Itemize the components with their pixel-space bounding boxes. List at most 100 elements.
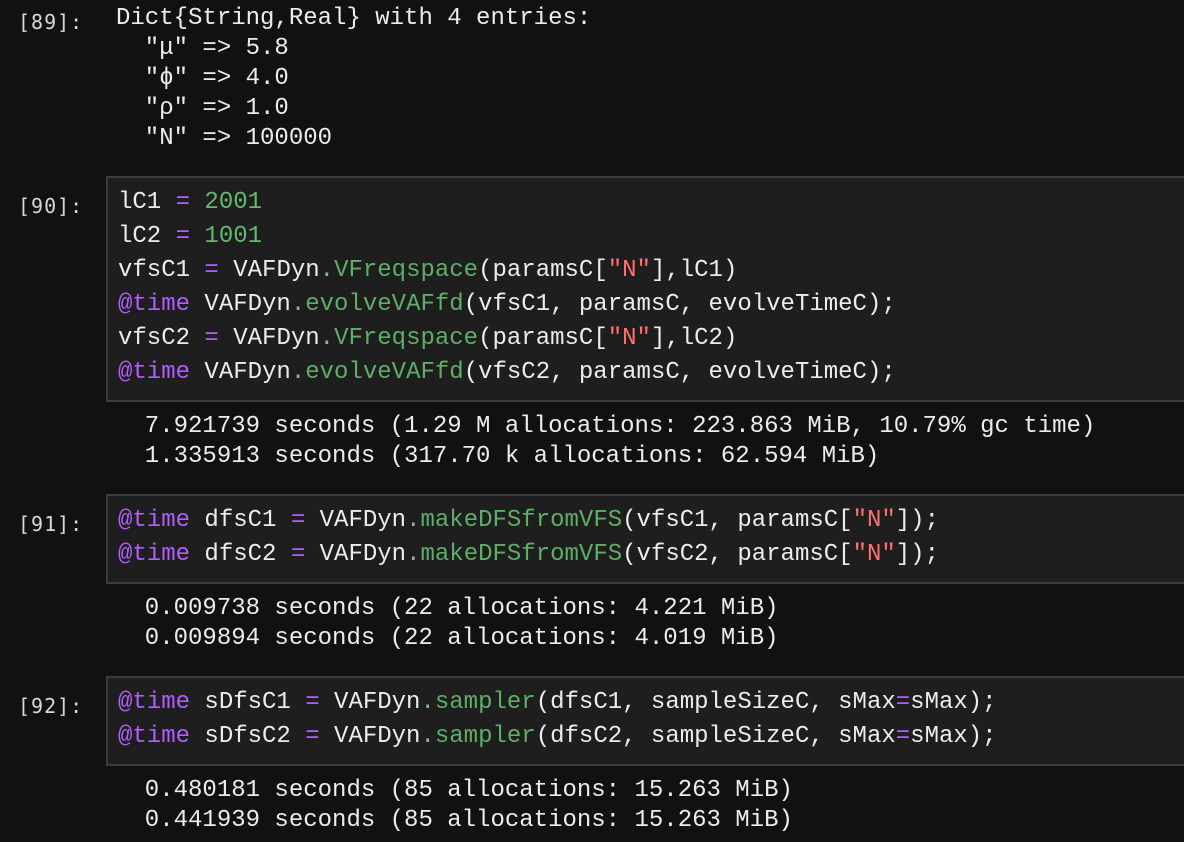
code-line: @time sDfsC2 = VAFDyn.sampler(dfsC2, sam… xyxy=(118,720,997,754)
code-token-plain: VAFDyn xyxy=(218,257,320,284)
code-line: @time sDfsC1 = VAFDyn.sampler(dfsC1, sam… xyxy=(118,686,997,720)
code-line: lC2 = 1001 xyxy=(118,220,896,254)
code-token-dot: . xyxy=(420,689,435,716)
code-token-fn: makeDFSfromVFS xyxy=(420,507,623,534)
code-token-op: = xyxy=(204,325,219,352)
code-90[interactable]: lC1 = 2001 lC2 = 1001 vfsC1 = VAFDyn.VFreq… xyxy=(118,186,896,390)
code-token-fn: VFreqspace xyxy=(334,325,479,352)
code-token-op: = xyxy=(305,689,320,716)
code-token-plain: ]); xyxy=(895,541,939,568)
code-92[interactable]: @time sDfsC1 = VAFDyn.sampler(dfsC1, sam… xyxy=(118,686,997,754)
code-token-dot: . xyxy=(406,507,421,534)
code-token-plain: (paramsC[ xyxy=(478,257,608,284)
code-token-plain: VAFDyn xyxy=(319,689,421,716)
code-token-op: = xyxy=(290,541,306,568)
output-line: 0.009894 seconds (22 allocations: 4.019 … xyxy=(116,625,779,652)
code-token-plain: vfsC1 xyxy=(118,257,205,284)
output-line: "ρ" => 1.0 xyxy=(116,95,289,122)
code-token-str: "N" xyxy=(607,257,651,284)
code-token-dot: . xyxy=(290,359,306,386)
code-cell-90[interactable]: lC1 = 2001 lC2 = 1001 vfsC1 = VAFDyn.VFreq… xyxy=(106,176,1184,402)
prompt-89: [89]: xyxy=(18,10,84,34)
code-token-plain: VAFDyn xyxy=(319,723,421,750)
code-token-dot: . xyxy=(420,723,435,750)
code-token-plain: (dfsC2, sampleSizeC, sMax xyxy=(535,723,896,750)
code-token-fn: evolveVAFfd xyxy=(305,291,464,318)
output-92: 0.480181 seconds (85 allocations: 15.263… xyxy=(116,776,793,836)
output-line: Dict{String,Real} with 4 entries: xyxy=(116,5,592,32)
code-token-num: 1001 xyxy=(190,223,263,250)
code-token-fn: VFreqspace xyxy=(334,257,479,284)
code-token-dot: . xyxy=(319,325,335,352)
code-cell-91[interactable]: @time dfsC1 = VAFDyn.makeDFSfromVFS(vfsC… xyxy=(106,494,1184,584)
code-token-op: = xyxy=(175,223,191,250)
code-token-fn: makeDFSfromVFS xyxy=(420,541,623,568)
code-token-macro: @time xyxy=(118,723,191,750)
code-token-plain: ]); xyxy=(895,507,939,534)
code-token-plain: dfsC2 xyxy=(190,541,291,568)
code-line: @time VAFDyn.evolveVAFfd(vfsC2, paramsC,… xyxy=(118,356,896,390)
output-line: "ϕ" => 4.0 xyxy=(116,65,289,92)
code-token-op: = xyxy=(175,189,191,216)
code-line: @time VAFDyn.evolveVAFfd(vfsC1, paramsC,… xyxy=(118,288,896,322)
code-token-num: 2001 xyxy=(190,189,263,216)
code-token-plain: sDfsC2 xyxy=(190,723,306,750)
code-cell-92[interactable]: @time sDfsC1 = VAFDyn.sampler(dfsC1, sam… xyxy=(106,676,1184,766)
code-token-plain: (vfsC1, paramsC[ xyxy=(622,507,853,534)
code-token-op: = xyxy=(895,723,911,750)
code-token-op: = xyxy=(290,507,306,534)
output-line: 0.441939 seconds (85 allocations: 15.263… xyxy=(116,807,793,834)
code-token-op: = xyxy=(305,723,320,750)
code-token-str: "N" xyxy=(852,507,896,534)
output-line: 7.921739 seconds (1.29 M allocations: 22… xyxy=(116,413,1096,440)
output-line: 0.480181 seconds (85 allocations: 15.263… xyxy=(116,777,793,804)
code-token-plain: (vfsC2, paramsC, evolveTimeC); xyxy=(463,359,896,386)
code-token-plain: sMax); xyxy=(910,723,997,750)
output-line: 0.009738 seconds (22 allocations: 4.221 … xyxy=(116,595,779,622)
code-line: @time dfsC2 = VAFDyn.makeDFSfromVFS(vfsC… xyxy=(118,538,939,572)
code-91[interactable]: @time dfsC1 = VAFDyn.makeDFSfromVFS(vfsC… xyxy=(118,504,939,572)
prompt-91: [91]: xyxy=(18,512,84,536)
code-token-op: = xyxy=(895,689,911,716)
code-token-plain: VAFDyn xyxy=(190,291,291,318)
code-token-plain: VAFDyn xyxy=(305,507,407,534)
output-line: "μ" => 5.8 xyxy=(116,35,289,62)
code-token-plain: (dfsC1, sampleSizeC, sMax xyxy=(535,689,896,716)
code-token-macro: @time xyxy=(118,541,191,568)
code-token-fn: sampler xyxy=(434,723,536,750)
code-line: vfsC1 = VAFDyn.VFreqspace(paramsC["N"],l… xyxy=(118,254,896,288)
prompt-92: [92]: xyxy=(18,694,84,718)
code-token-plain: vfsC2 xyxy=(118,325,205,352)
code-token-plain: (vfsC2, paramsC[ xyxy=(622,541,853,568)
code-token-plain: VAFDyn xyxy=(218,325,320,352)
code-token-dot: . xyxy=(290,291,306,318)
code-token-plain: lC2 xyxy=(118,223,176,250)
output-91: 0.009738 seconds (22 allocations: 4.221 … xyxy=(116,594,779,654)
code-token-dot: . xyxy=(406,541,421,568)
code-line: vfsC2 = VAFDyn.VFreqspace(paramsC["N"],l… xyxy=(118,322,896,356)
code-token-plain: ],lC1) xyxy=(650,257,738,284)
output-line: "N" => 100000 xyxy=(116,125,333,152)
code-token-macro: @time xyxy=(118,291,191,318)
code-token-plain: VAFDyn xyxy=(190,359,291,386)
output-90: 7.921739 seconds (1.29 M allocations: 22… xyxy=(116,412,1096,472)
prompt-90: [90]: xyxy=(18,194,84,218)
code-token-macro: @time xyxy=(118,359,191,386)
code-token-str: "N" xyxy=(852,541,896,568)
code-token-plain: lC1 xyxy=(118,189,176,216)
code-token-plain: (paramsC[ xyxy=(478,325,608,352)
code-token-plain: ],lC2) xyxy=(650,325,738,352)
code-token-op: = xyxy=(204,257,219,284)
code-token-plain: dfsC1 xyxy=(190,507,291,534)
code-token-dot: . xyxy=(319,257,335,284)
code-token-plain: sMax); xyxy=(910,689,997,716)
code-token-plain: (vfsC1, paramsC, evolveTimeC); xyxy=(463,291,896,318)
code-token-fn: evolveVAFfd xyxy=(305,359,464,386)
code-token-plain: VAFDyn xyxy=(305,541,407,568)
code-token-macro: @time xyxy=(118,689,191,716)
code-token-fn: sampler xyxy=(434,689,536,716)
code-token-plain: sDfsC1 xyxy=(190,689,306,716)
output-line: 1.335913 seconds (317.70 k allocations: … xyxy=(116,443,880,470)
output-89: Dict{String,Real} with 4 entries: "μ" =>… xyxy=(116,4,591,154)
code-token-str: "N" xyxy=(607,325,651,352)
